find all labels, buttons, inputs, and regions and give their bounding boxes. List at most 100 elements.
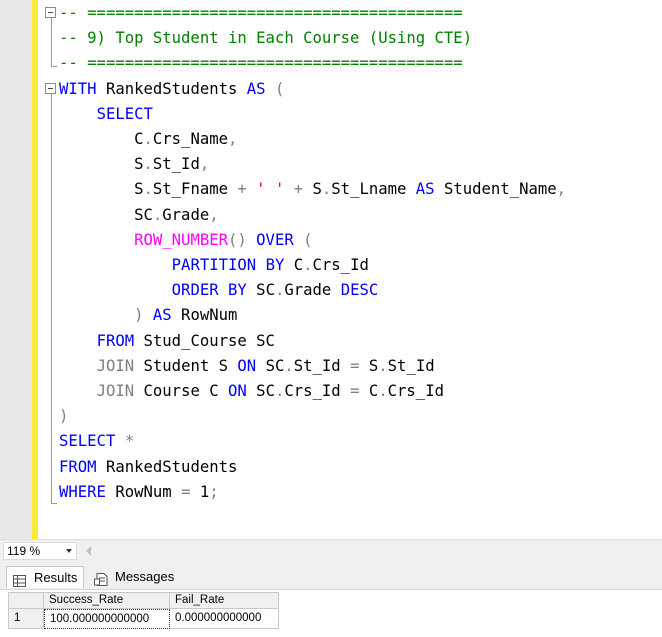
editor-gutter [0,0,32,539]
code-token-operator: . [274,382,285,400]
code-token-operator: . [143,180,153,199]
column-header-success-rate[interactable]: Success_Rate [44,592,170,609]
code-token-operator: ; [209,482,219,501]
code-token-plain: SC [246,281,275,300]
code-line[interactable]: WITH RankedStudents AS ( [59,77,284,102]
tab-messages[interactable]: Messages [88,566,180,588]
column-header-fail-rate[interactable]: Fail_Rate [170,592,279,609]
code-line[interactable]: -- =====================================… [59,1,463,26]
tab-results[interactable]: Results [6,566,84,588]
code-token-keyword: FROM [96,331,135,350]
code-token-plain: Grade [162,205,210,224]
code-token-operator: + [237,180,247,199]
code-token-comment: -- =====================================… [59,4,463,22]
code-token-operator: . [303,256,313,274]
code-line[interactable]: S.St_Fname + ' ' + S.St_Lname AS Student… [59,177,566,202]
code-token-operator: JOIN [96,356,135,375]
code-token-plain: SC [134,205,153,224]
code-token-operator: ( [293,230,313,249]
code-token-operator: . [152,205,163,224]
editor-status-bar: 119 % [0,539,662,562]
code-token-operator: . [321,180,332,199]
code-token-keyword: WHERE [59,482,106,501]
code-token-operator: ) [134,306,144,325]
code-line[interactable]: -- =====================================… [59,51,463,76]
code-token-plain: St_Id [293,356,351,375]
code-line[interactable]: S.St_Id, [59,152,209,177]
zoom-level: 119 % [7,544,41,558]
code-token-plain: Crs_Id [312,256,369,274]
code-token-plain: Course C [134,382,229,400]
code-token-plain: S [134,180,144,199]
code-token-operator: . [378,382,388,400]
code-line[interactable]: SELECT [59,102,153,127]
code-token-plain: St_Lname [331,180,416,199]
code-token-keyword: AS [152,306,172,325]
code-token-plain: C [284,256,304,274]
code-line[interactable]: ) AS RowNum [59,303,237,328]
table-cell-fail-rate[interactable]: 0.000000000000 [170,609,279,629]
code-token-keyword: OVER [256,230,294,249]
row-header[interactable]: 1 [8,609,44,629]
code-line[interactable]: PARTITION BY C.Crs_Id [59,253,369,278]
code-line[interactable]: ORDER BY SC.Grade DESC [59,278,379,303]
code-line[interactable]: JOIN Course C ON SC.Crs_Id = C.Crs_Id [59,379,444,404]
code-token-keyword: WITH [59,79,97,98]
collapse-region-toggle-statement[interactable] [45,83,56,94]
code-token-keyword: SELECT [59,432,116,451]
code-token-comment: -- =====================================… [59,54,463,73]
code-token-keyword: FROM [59,457,97,476]
code-line[interactable]: JOIN Student S ON SC.St_Id = S.St_Id [59,354,435,379]
code-line[interactable]: FROM Stud_Course SC [59,329,275,354]
code-token-plain: Crs_Name [152,130,228,148]
code-token-operator: . [378,356,388,375]
outline-line [51,94,52,504]
code-line[interactable]: WHERE RowNum = 1; [59,480,219,505]
code-token-keyword: BY [228,281,247,300]
code-line[interactable]: SELECT * [59,429,134,454]
code-token-plain: Stud_Course SC [134,331,275,350]
code-token-plain: S [134,155,144,174]
grid-select-all[interactable] [8,592,44,609]
code-token-plain: 1 [190,482,210,501]
zoom-dropdown[interactable]: 119 % [3,542,77,560]
code-token-operator: () [228,230,247,249]
code-token-plain: Crs_Id [387,382,444,400]
code-token-plain: C [134,130,144,148]
code-line[interactable]: SC.Grade, [59,203,219,228]
code-line[interactable]: ROW_NUMBER() OVER ( [59,228,313,253]
code-token-operator: ( [265,79,285,98]
code-token-keyword: DESC [340,281,379,300]
table-cell-success-rate[interactable]: 100.000000000000 [44,609,170,629]
code-token-keyword: ON [237,356,257,375]
code-line[interactable]: C.Crs_Name, [59,127,237,152]
code-token-string: ' ' [256,180,285,199]
code-line[interactable]: -- 9) Top Student in Each Course (Using … [59,26,472,51]
code-line[interactable]: ) [59,404,68,429]
chevron-down-icon [66,549,72,553]
code-token-plain: S [359,356,379,375]
code-line[interactable]: FROM RankedStudents [59,455,237,480]
code-token-plain: SC [246,382,275,400]
code-token-plain: SC [256,356,285,375]
code-token-operator: . [143,130,153,148]
code-token-plain: St_Fname [152,180,238,199]
code-token-operator: . [274,281,285,300]
code-token-plain: RowNum [171,306,238,325]
code-token-plain: St_Id [387,356,435,375]
code-token-keyword: ORDER [171,281,219,300]
code-token-plain: RankedStudents [96,457,238,476]
code-token-plain: Student_Name [434,180,557,199]
collapse-region-toggle-comment[interactable] [45,7,56,18]
code-token-keyword: BY [265,256,285,274]
code-token-keyword: SELECT [96,104,153,123]
results-grid: Success_Rate Fail_Rate 1 100.00000000000… [0,590,662,637]
scroll-left-arrow-icon[interactable] [86,546,91,556]
code-token-operator: , [209,205,219,224]
code-token-plain: S [303,180,322,199]
code-token-plain: RowNum [105,482,182,501]
query-editor[interactable]: -- =====================================… [0,0,662,539]
outline-line-end [51,503,57,504]
